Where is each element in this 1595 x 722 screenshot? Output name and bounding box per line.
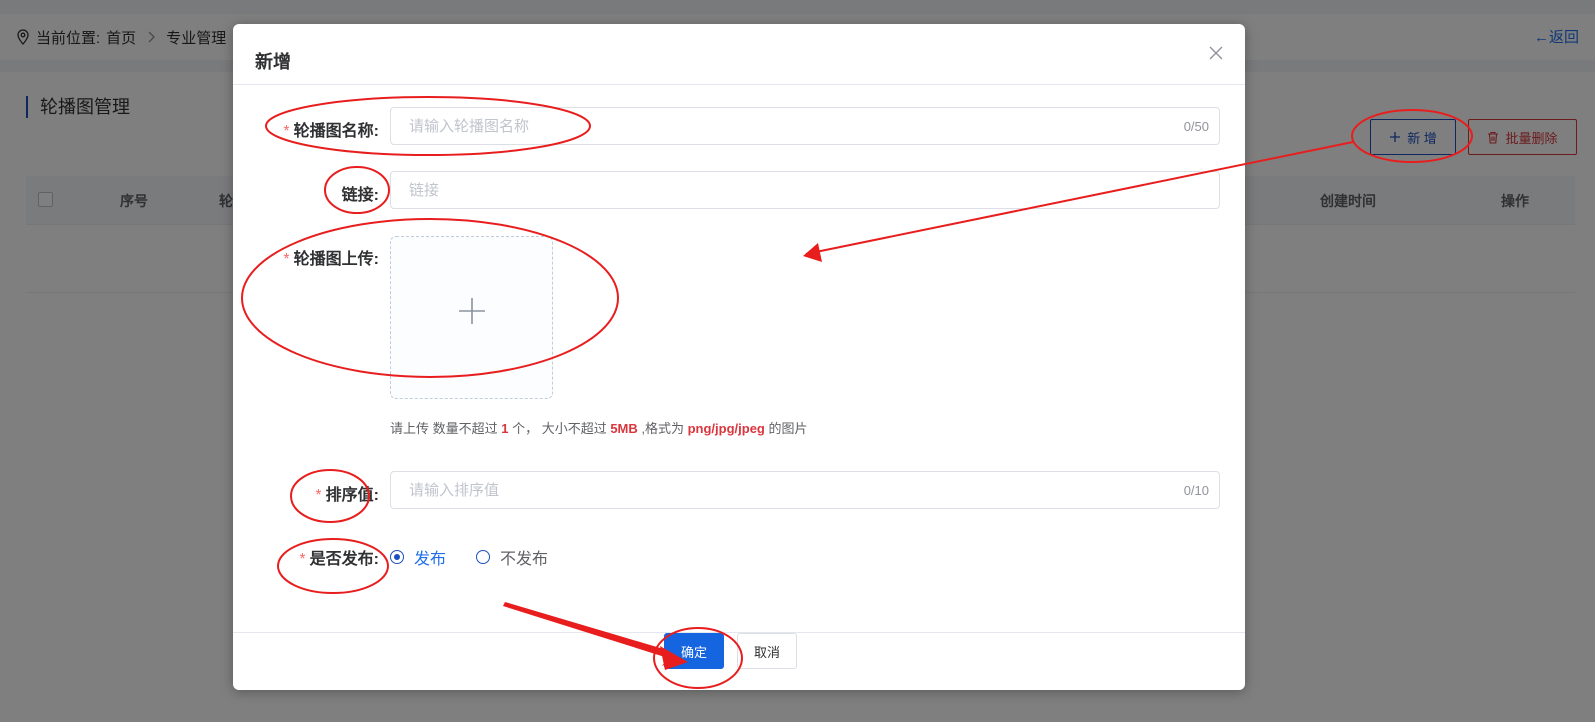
name-input-wrapper: 0/50: [390, 107, 1220, 145]
sort-input-wrapper: 0/10: [390, 471, 1220, 509]
tip-prefix: 请上传 数量不超过: [390, 421, 502, 436]
publish-label: * 是否发布:: [299, 545, 379, 569]
required-mark: *: [315, 487, 322, 504]
tip-mid2: ,格式为: [637, 421, 688, 436]
tip-suffix: 的图片: [764, 421, 808, 436]
close-icon[interactable]: [1207, 44, 1225, 62]
radio-unpublish[interactable]: 不发布: [476, 545, 548, 569]
plus-icon: [459, 298, 485, 324]
sort-label-text: 排序值:: [325, 487, 379, 504]
link-label: 链接:: [341, 187, 379, 204]
tip-size: 5MB: [610, 421, 638, 436]
cancel-button[interactable]: 取消: [737, 633, 797, 669]
name-label-text: 轮播图名称:: [293, 123, 379, 140]
add-dialog: 新增 *轮播图名称: 0/50 链接: *轮播图上传: 请上传 数量不超过 1 …: [233, 24, 1245, 690]
required-mark: *: [299, 551, 306, 568]
tip-mid: 个， 大小不超过: [508, 421, 611, 436]
radio-publish-label: 发布: [414, 551, 447, 568]
dialog-header-divider: [233, 84, 1245, 85]
radio-unchecked-icon: [476, 550, 490, 564]
required-mark: *: [283, 251, 290, 268]
tip-format: png/jpg/jpeg: [687, 421, 765, 436]
radio-publish[interactable]: 发布: [390, 545, 446, 569]
name-label: * 轮播图名称:: [283, 117, 379, 141]
sort-counter: 0/10: [1183, 483, 1209, 498]
sort-input[interactable]: [391, 472, 1167, 508]
name-counter: 0/50: [1183, 119, 1209, 134]
required-mark: *: [283, 123, 290, 140]
link-input[interactable]: [391, 172, 1167, 208]
name-input[interactable]: [391, 108, 1167, 144]
confirm-button[interactable]: 确定: [664, 633, 724, 669]
image-upload-area[interactable]: [390, 236, 553, 399]
dialog-title: 新增: [255, 52, 291, 72]
link-input-wrapper: [390, 171, 1220, 209]
upload-label-text: 轮播图上传:: [293, 251, 379, 268]
sort-label: * 排序值:: [315, 481, 379, 505]
radio-checked-icon: [390, 550, 404, 564]
upload-label: * 轮播图上传:: [283, 245, 379, 269]
upload-tip: 请上传 数量不超过 1 个， 大小不超过 5MB ,格式为 png/jpg/jp…: [390, 418, 808, 437]
publish-label-text: 是否发布:: [309, 551, 379, 568]
radio-unpublish-label: 不发布: [500, 551, 549, 568]
